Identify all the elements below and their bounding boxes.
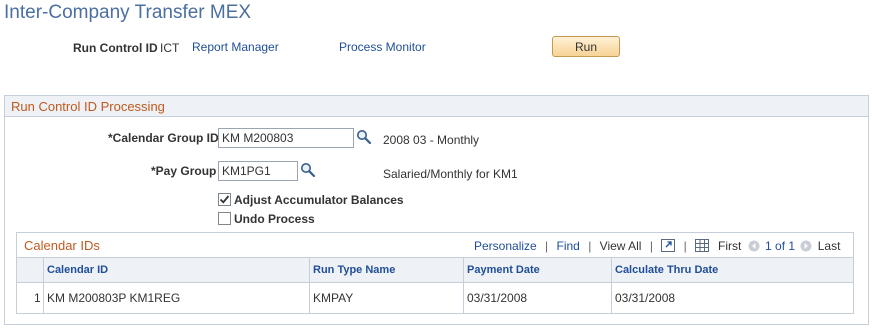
adjust-accumulator-label: Adjust Accumulator Balances [234, 193, 404, 207]
calendar-ids-grid: Calendar IDs Personalize | Find | View A… [16, 232, 854, 314]
adjust-accumulator-checkbox[interactable] [218, 193, 231, 206]
next-row-icon[interactable] [800, 240, 812, 255]
undo-process-checkbox[interactable] [218, 212, 231, 225]
grid-pager: First 1 of 1 Last [718, 239, 840, 255]
toolbar-separator: | [683, 239, 687, 253]
calendar-id-cell: KM M200803P KM1REG [47, 291, 181, 305]
last-label: Last [817, 239, 841, 253]
calculate-thru-date-cell: 03/31/2008 [615, 291, 676, 305]
view-all-link[interactable]: View All [600, 239, 642, 253]
process-monitor-link[interactable]: Process Monitor [339, 40, 426, 54]
first-label: First [718, 239, 742, 253]
row-number: 1 [34, 291, 41, 305]
calendar-group-id-label: *Calendar Group ID [108, 131, 219, 145]
run-button[interactable]: Run [552, 36, 620, 57]
personalize-link[interactable]: Personalize [474, 239, 537, 253]
report-manager-link[interactable]: Report Manager [192, 40, 279, 54]
grid-title-bar: Calendar IDs Personalize | Find | View A… [17, 233, 853, 257]
pay-group-description: Salaried/Monthly for KM1 [383, 167, 518, 181]
pay-group-input[interactable] [218, 161, 298, 181]
download-grid-icon[interactable] [695, 239, 710, 255]
pay-group-lookup-icon[interactable] [300, 162, 316, 178]
col-header-payment-date: Payment Date [467, 264, 540, 276]
column-divider [43, 257, 44, 313]
section-title: Run Control ID Processing [11, 99, 165, 114]
column-divider [309, 257, 310, 313]
toolbar-separator: | [545, 239, 549, 253]
zoom-grid-icon[interactable] [661, 239, 676, 255]
col-header-run-type-name: Run Type Name [313, 264, 396, 276]
col-header-calendar-id: Calendar ID [47, 264, 109, 276]
section-header: Run Control ID Processing [5, 96, 868, 117]
pay-group-label: *Pay Group [151, 164, 217, 178]
run-type-name-cell: KMPAY [313, 291, 354, 305]
grid-title: Calendar IDs [24, 238, 100, 253]
col-header-calculate-thru-date: Calculate Thru Date [615, 264, 719, 276]
toolbar-separator: | [588, 239, 592, 253]
page-title: Inter-Company Transfer MEX [4, 2, 252, 23]
calendar-group-lookup-icon[interactable] [356, 129, 372, 145]
run-control-id-label: Run Control ID [73, 41, 158, 55]
calendar-group-id-input[interactable] [218, 128, 354, 148]
row-range: 1 of 1 [765, 239, 796, 253]
toolbar-separator: | [649, 239, 653, 253]
calendar-group-description: 2008 03 - Monthly [383, 133, 480, 147]
grid-toolbar: Personalize | Find | View All | | [474, 239, 710, 255]
run-control-id-value: ICT [160, 41, 180, 55]
undo-process-label: Undo Process [234, 212, 315, 226]
column-divider [463, 257, 464, 313]
find-link[interactable]: Find [557, 239, 580, 253]
payment-date-cell: 03/31/2008 [467, 291, 528, 305]
grid-column-header: Calendar ID Run Type Name Payment Date C… [17, 257, 853, 283]
column-divider [611, 257, 612, 313]
previous-row-icon[interactable] [748, 240, 760, 255]
